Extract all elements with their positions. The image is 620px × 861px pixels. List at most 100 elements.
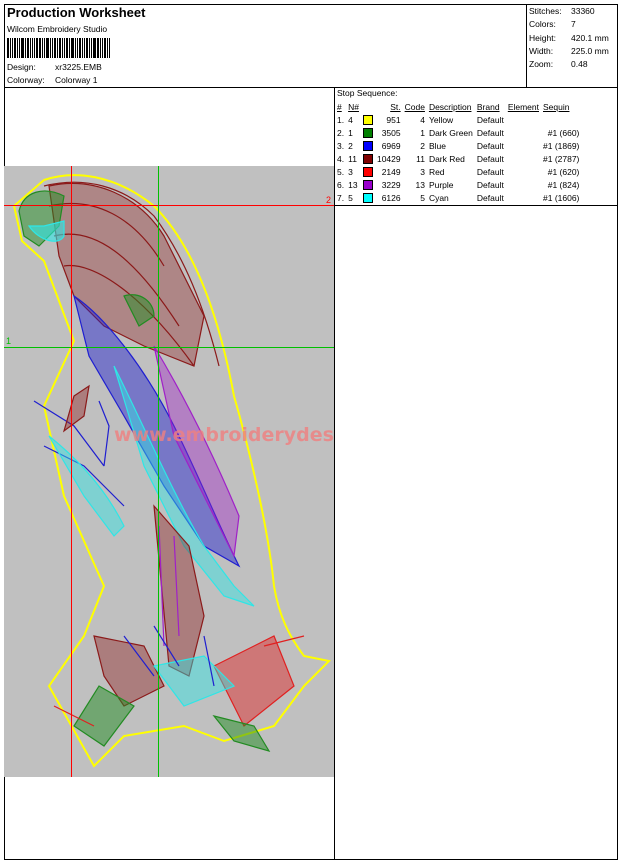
row-sequin: #1 (2787)	[543, 153, 580, 164]
stop-sequence-table: # N# St. Code Description Brand Element …	[335, 100, 581, 204]
col-code: Code	[404, 101, 425, 112]
color-swatch	[362, 140, 373, 151]
table-row: 3. 2 6969 2 Blue Default #1 (1869)	[335, 139, 581, 152]
col-stitches: St.	[390, 101, 401, 112]
row-element	[506, 152, 541, 165]
row-stitches: 3505	[381, 127, 401, 138]
row-needle: 11	[348, 153, 357, 164]
table-row: 4. 11 10429 11 Dark Red Default #1 (2787)	[335, 152, 581, 165]
row-description: Dark Green	[428, 127, 473, 138]
stat-zoom: Zoom: 0.48	[529, 58, 609, 71]
watermark: www.embroiderydesigns.com	[114, 424, 334, 446]
row-description: Purple	[428, 179, 454, 190]
stat-value: 7	[571, 19, 576, 30]
row-description: Red	[428, 166, 445, 177]
row-code: 5	[420, 192, 425, 203]
row-stitches: 3229	[381, 179, 401, 190]
row-number: 3.	[337, 140, 345, 151]
row-code: 4	[420, 114, 425, 125]
guide-line-horizontal-red	[4, 205, 334, 206]
row-stitches: 6126	[381, 192, 401, 203]
col-element: Element	[507, 101, 539, 112]
col-number: #	[337, 101, 342, 112]
stat-colors: Colors: 7	[529, 18, 609, 31]
row-brand: Default	[476, 127, 504, 138]
stop-sequence-body: 1. 4 951 4 Yellow Default 2. 1 3505 1 Dark Green De…	[335, 113, 581, 204]
color-swatch	[362, 166, 373, 177]
color-swatch	[362, 127, 373, 138]
guide-line-vertical-green	[158, 166, 159, 777]
col-description: Description	[428, 101, 472, 112]
design-value: xr3225.EMB	[55, 62, 102, 72]
row-number: 4.	[337, 153, 345, 164]
stat-value: 420.1 mm	[571, 32, 609, 43]
row-number: 2.	[337, 127, 345, 138]
row-sequin: #1 (1869)	[543, 140, 580, 151]
row-swatch	[361, 191, 375, 204]
row-description: Blue	[428, 140, 446, 151]
row-stitches: 2149	[381, 166, 401, 177]
row-description: Cyan	[428, 192, 449, 203]
table-row: 1. 4 951 4 Yellow Default	[335, 113, 581, 126]
row-element	[506, 165, 541, 178]
row-brand: Default	[476, 179, 504, 190]
row-needle: 5	[348, 192, 353, 203]
row-element	[506, 178, 541, 191]
row-brand: Default	[476, 166, 504, 177]
row-code: 1	[420, 127, 425, 138]
row-stitches: 951	[386, 114, 401, 125]
stat-height: Height: 420.1 mm	[529, 32, 609, 45]
row-sequin	[541, 113, 581, 126]
stat-label: Width:	[529, 45, 554, 56]
design-stats: Stitches: 33360 Colors: 7 Height: 420.1 mm …	[529, 5, 609, 71]
row-needle: 13	[348, 179, 358, 190]
row-sequin: #1 (824)	[547, 179, 580, 190]
row-brand: Default	[476, 153, 504, 164]
row-number: 1.	[337, 114, 345, 125]
row-swatch	[361, 139, 375, 152]
parrot-embroidery-image	[4, 166, 334, 777]
page-title: Production Worksheet	[7, 5, 146, 20]
stats-divider	[526, 4, 527, 87]
row-swatch	[361, 152, 375, 165]
row-swatch	[361, 126, 375, 139]
row-needle: 4	[348, 114, 353, 125]
stat-width: Width: 225.0 mm	[529, 45, 609, 58]
col-brand: Brand	[476, 101, 500, 112]
row-description: Yellow	[428, 114, 454, 125]
stat-stitches: Stitches: 33360	[529, 5, 609, 18]
col-sequin: Sequin	[543, 101, 570, 112]
colorway-row: Colorway: Colorway 1	[7, 75, 98, 85]
table-row: 7. 5 6126 5 Cyan Default #1 (1606)	[335, 191, 581, 204]
table-header-row: # N# St. Code Description Brand Element …	[335, 100, 581, 113]
stat-label: Zoom:	[529, 59, 554, 70]
row-element	[506, 139, 541, 152]
row-element	[506, 191, 541, 204]
color-swatch	[362, 114, 373, 125]
sequence-divider	[334, 205, 618, 206]
row-needle: 3	[348, 166, 353, 177]
col-needle: N#	[348, 101, 359, 112]
col-swatch	[361, 100, 375, 113]
row-brand: Default	[476, 192, 504, 203]
row-element	[506, 126, 541, 139]
design-preview: 1 2 www.embroiderydesigns.com	[4, 166, 334, 777]
guide-label-2: 2	[326, 195, 332, 205]
row-brand: Default	[476, 140, 504, 151]
row-element	[506, 113, 541, 126]
color-swatch	[362, 153, 373, 164]
row-code: 3	[420, 166, 425, 177]
row-stitches: 6969	[381, 140, 401, 151]
row-swatch	[361, 178, 375, 191]
colorway-value: Colorway 1	[55, 75, 98, 85]
row-number: 5.	[337, 166, 345, 177]
color-swatch	[362, 179, 373, 190]
barcode	[7, 38, 111, 58]
row-code: 11	[416, 153, 425, 164]
row-needle: 2	[348, 140, 353, 151]
row-needle: 1	[348, 127, 353, 138]
row-code: 2	[420, 140, 425, 151]
design-label: Design:	[7, 62, 36, 72]
row-number: 6.	[337, 179, 345, 190]
table-row: 5. 3 2149 3 Red Default #1 (620)	[335, 165, 581, 178]
